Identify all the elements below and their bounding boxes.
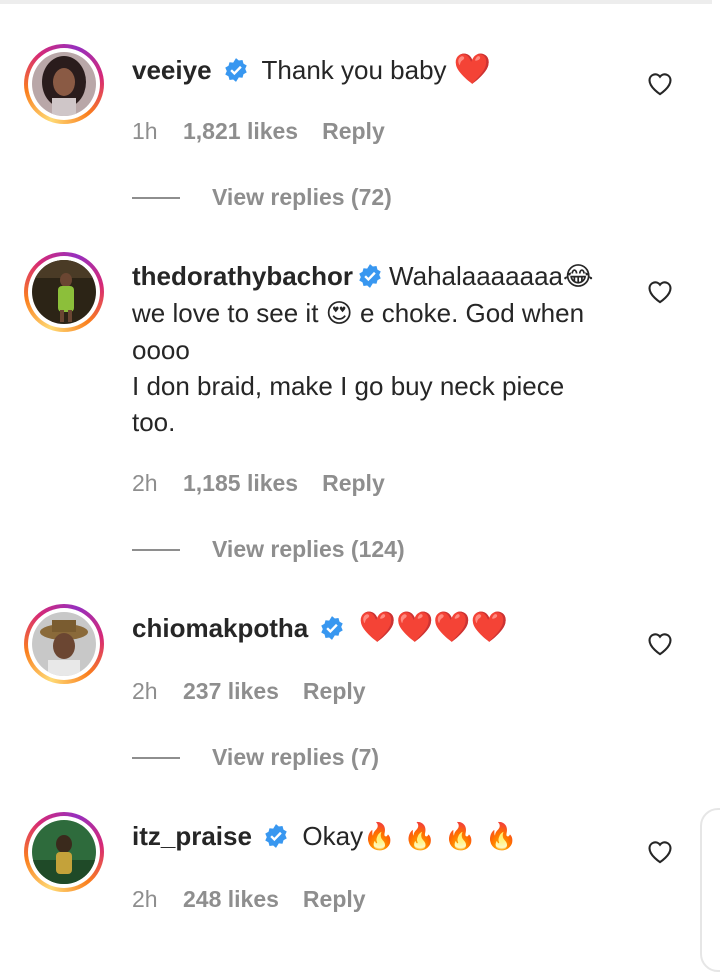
view-replies-button[interactable]: View replies (72) bbox=[132, 184, 392, 211]
avatar-ring[interactable] bbox=[24, 44, 104, 124]
laughing-emoji: 😂 bbox=[562, 262, 594, 292]
heart-emoji: ❤️ bbox=[453, 52, 492, 87]
comment-meta: 2h 237 likes Reply bbox=[132, 678, 366, 705]
avatar-ring[interactable] bbox=[24, 252, 104, 332]
comment-body-line2b: e choke. God when bbox=[360, 298, 585, 328]
comment-body-line5: too. bbox=[132, 407, 176, 437]
view-replies-button[interactable]: View replies (7) bbox=[132, 744, 379, 771]
reply-button[interactable]: Reply bbox=[303, 678, 366, 705]
replies-dash bbox=[132, 756, 180, 759]
username[interactable]: itz_praise bbox=[132, 821, 252, 851]
avatar bbox=[32, 612, 96, 676]
comment-body-line2a: we love to see it bbox=[132, 298, 319, 328]
avatar-ring[interactable] bbox=[24, 604, 104, 684]
comment-body: Okay bbox=[302, 821, 364, 851]
replies-dash bbox=[132, 196, 180, 199]
verified-badge-icon bbox=[359, 264, 381, 289]
comment-text: veeiye Thank you baby ❤️ bbox=[132, 52, 632, 88]
comment-meta: 2h 1,185 likes Reply bbox=[132, 470, 385, 497]
avatar bbox=[32, 820, 96, 884]
heart-eyes-emoji: 😍 bbox=[325, 299, 353, 329]
avatar bbox=[32, 260, 96, 324]
comment-body-line1: Wahalaaaaaaa bbox=[389, 261, 563, 291]
verified-badge-icon bbox=[321, 616, 344, 641]
comment-text: thedorathybachor Wahalaaaaaaa😂 we love to… bbox=[132, 258, 632, 440]
timestamp: 2h bbox=[132, 678, 158, 704]
view-replies-label: View replies (124) bbox=[212, 536, 405, 562]
comment-text: itz_praise Okay🔥 🔥 🔥 🔥 bbox=[132, 818, 632, 855]
heart-outline-icon[interactable] bbox=[646, 838, 674, 864]
comment-body-line3: oooo bbox=[132, 335, 190, 365]
view-replies-button[interactable]: View replies (124) bbox=[132, 536, 405, 563]
likes-count[interactable]: 248 likes bbox=[183, 886, 279, 913]
comment-body: Thank you baby bbox=[261, 55, 447, 85]
timestamp: 1h bbox=[132, 118, 158, 144]
avatar-ring[interactable] bbox=[24, 812, 104, 892]
verified-badge-icon bbox=[225, 58, 247, 83]
comment-text: chiomakpotha ❤️❤️❤️❤️ bbox=[132, 610, 632, 646]
comment-meta: 2h 248 likes Reply bbox=[132, 886, 366, 913]
likes-count[interactable]: 237 likes bbox=[183, 678, 279, 705]
comment-meta: 1h 1,821 likes Reply bbox=[132, 118, 385, 145]
username[interactable]: chiomakpotha bbox=[132, 613, 308, 643]
top-divider bbox=[0, 0, 712, 4]
timestamp: 2h bbox=[132, 886, 158, 912]
comment-body-line4: I don braid, make I go buy neck piece bbox=[132, 371, 565, 401]
reply-button[interactable]: Reply bbox=[303, 886, 366, 913]
heart-outline-icon[interactable] bbox=[646, 278, 674, 304]
hearts-emoji: ❤️❤️❤️❤️ bbox=[358, 610, 509, 645]
verified-badge-icon bbox=[265, 824, 287, 849]
avatar bbox=[32, 52, 96, 116]
likes-count[interactable]: 1,185 likes bbox=[183, 470, 298, 497]
replies-dash bbox=[132, 548, 180, 551]
likes-count[interactable]: 1,821 likes bbox=[183, 118, 298, 145]
heart-outline-icon[interactable] bbox=[646, 70, 674, 96]
view-replies-label: View replies (72) bbox=[212, 184, 392, 210]
username[interactable]: veeiye bbox=[132, 55, 212, 85]
reply-button[interactable]: Reply bbox=[322, 470, 385, 497]
overlay-edge bbox=[700, 808, 720, 972]
view-replies-label: View replies (7) bbox=[212, 744, 380, 770]
reply-button[interactable]: Reply bbox=[322, 118, 385, 145]
username[interactable]: thedorathybachor bbox=[132, 261, 353, 291]
heart-outline-icon[interactable] bbox=[646, 630, 674, 656]
fire-emoji: 🔥 🔥 🔥 🔥 bbox=[363, 822, 518, 852]
timestamp: 2h bbox=[132, 470, 158, 496]
